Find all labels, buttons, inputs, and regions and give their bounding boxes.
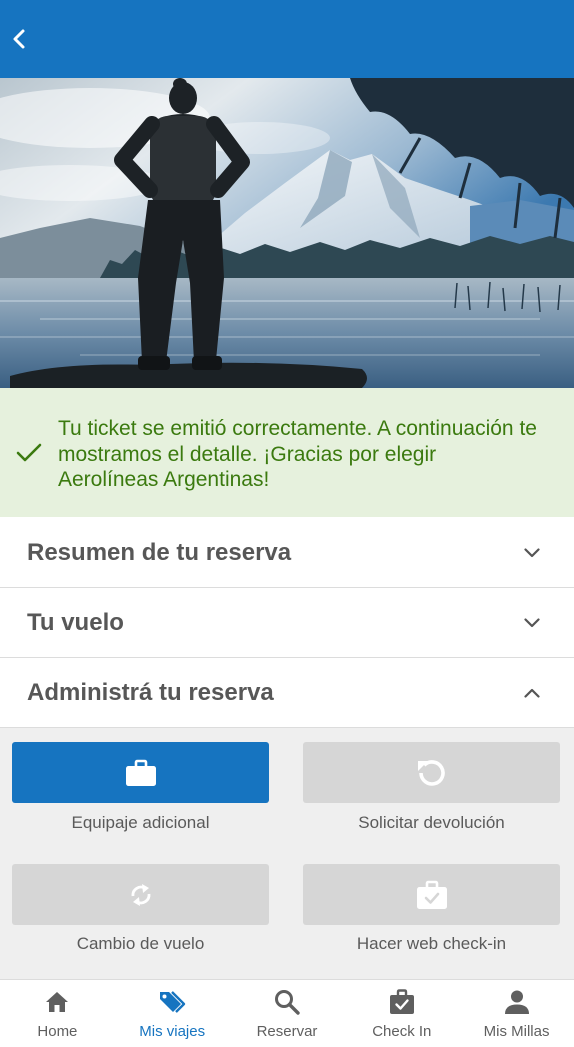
check-in-icon xyxy=(389,989,414,1014)
nav-item-mis-viajes[interactable]: Mis viajes xyxy=(115,980,230,1047)
chevron-up-icon xyxy=(524,688,540,698)
tags-icon xyxy=(160,991,186,1013)
web-check-in-button[interactable] xyxy=(303,864,560,925)
refund-icon xyxy=(417,759,445,786)
top-app-bar xyxy=(0,0,574,78)
chevron-down-icon xyxy=(524,618,540,628)
solicitar-devolucion-button[interactable] xyxy=(303,742,560,803)
solicitar-devolucion-label: Solicitar devolución xyxy=(358,813,505,832)
accordion-title: Administrá tu reserva xyxy=(27,679,274,706)
back-button[interactable] xyxy=(6,26,32,52)
equipaje-adicional-label: Equipaje adicional xyxy=(71,813,210,832)
briefcase-icon xyxy=(125,759,156,786)
home-icon xyxy=(46,992,69,1012)
person-icon xyxy=(504,990,529,1014)
web-check-in-label: Hacer web check-in xyxy=(356,934,507,953)
nav-label: Mis Millas xyxy=(483,1023,550,1040)
search-icon xyxy=(274,990,300,1015)
nav-item-reservar[interactable]: Reservar xyxy=(230,980,345,1047)
sync-icon xyxy=(131,883,150,906)
hero-image xyxy=(0,78,574,388)
nav-label: Check In xyxy=(372,1023,432,1040)
success-message: Tu ticket se emitió correctamente. A con… xyxy=(58,417,537,491)
check-icon xyxy=(16,443,42,462)
cambio-de-vuelo-label: Cambio de vuelo xyxy=(76,934,205,953)
accordion-resumen-reserva[interactable]: Resumen de tu reserva xyxy=(0,518,574,588)
accordion-administra-reserva[interactable]: Administrá tu reserva xyxy=(0,658,574,728)
equipaje-adicional-button[interactable] xyxy=(12,742,269,803)
cambio-de-vuelo-button[interactable] xyxy=(12,864,269,925)
hiker-lake-photo xyxy=(0,78,574,388)
accordion-title: Resumen de tu reserva xyxy=(27,539,292,566)
chevron-down-icon xyxy=(524,548,540,558)
nav-label: Mis viajes xyxy=(139,1023,206,1040)
chevron-left-icon xyxy=(13,29,25,49)
success-banner: Tu ticket se emitió correctamente. A con… xyxy=(0,388,574,517)
nav-item-mis-millas[interactable]: Mis Millas xyxy=(459,980,574,1047)
nav-label: Home xyxy=(37,1023,78,1040)
nav-item-check-in[interactable]: Check In xyxy=(344,980,459,1047)
nav-item-home[interactable]: Home xyxy=(0,980,115,1047)
accordion-tu-vuelo[interactable]: Tu vuelo xyxy=(0,588,574,658)
briefcase-check-icon xyxy=(416,880,447,909)
bottom-navigation: Home Mis viajes Reservar Check In Mis Mi… xyxy=(0,979,574,1047)
accordion-title: Tu vuelo xyxy=(27,609,124,636)
nav-label: Reservar xyxy=(256,1023,318,1040)
